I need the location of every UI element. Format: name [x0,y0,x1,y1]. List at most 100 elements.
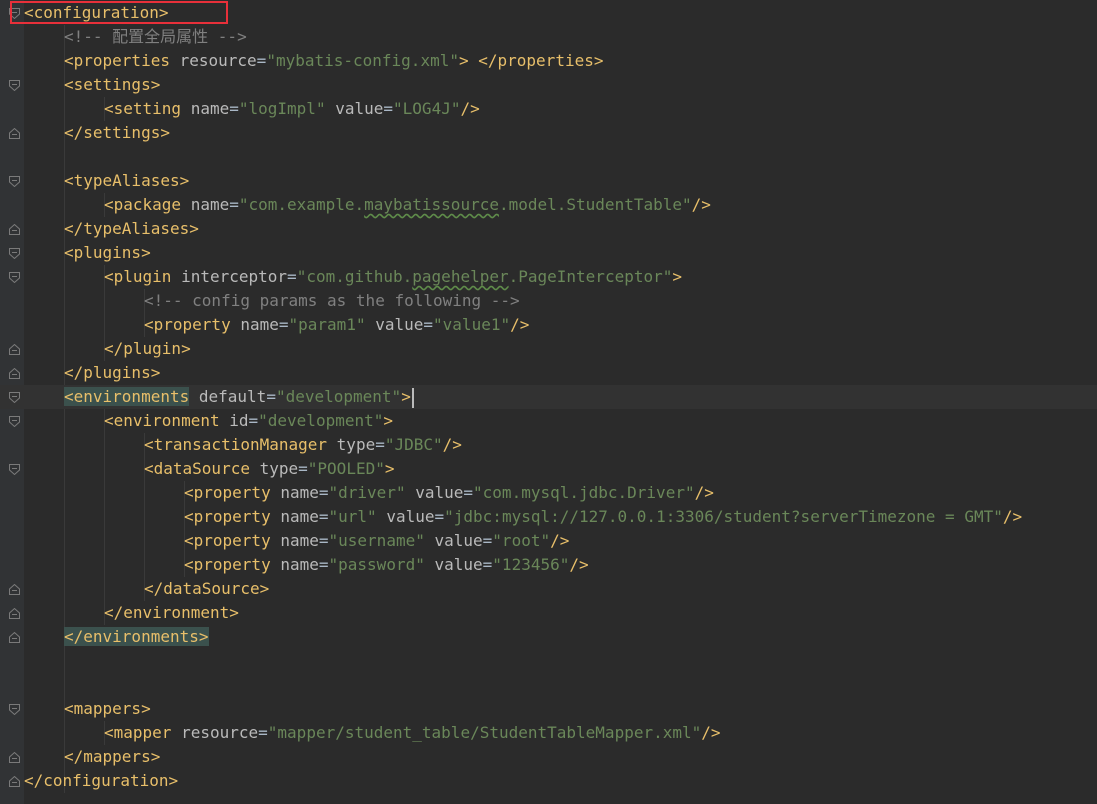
code-line-comment-config-params[interactable]: <!-- config params as the following --> [0,289,1097,313]
code-text: <package name="com.example.maybatissourc… [104,193,711,217]
xml-tag: <transactionManager [144,435,328,454]
attribute-value-typo: pagehelper [412,267,509,286]
code-text: </settings> [64,121,170,145]
fold-end-icon[interactable] [9,752,20,763]
code-line-environment-close[interactable]: </environment> [0,601,1097,625]
xml-tag-matched: <environments [64,387,190,406]
attribute-name: type [259,459,299,478]
code-line-settings-close[interactable]: </settings> [0,121,1097,145]
attribute-name: value [386,507,435,526]
code-text: <settings> [64,73,160,97]
fold-end-icon[interactable] [9,224,20,235]
fold-end-icon[interactable] [9,128,20,139]
attribute-value: "com.github. [296,267,413,286]
code-line-property-password[interactable]: <property name="password" value="123456"… [0,553,1097,577]
code-line-blank-3[interactable] [0,673,1097,697]
xml-tag: </settings> [64,123,170,142]
fold-start-icon[interactable] [9,416,20,427]
code-text: <!-- 配置全局属性 --> [64,25,247,49]
xml-tag: /> [550,531,570,550]
code-line-datasource-close[interactable]: </dataSource> [0,577,1097,601]
code-line-property-param1[interactable]: <property name="param1" value="value1"/> [0,313,1097,337]
code-text: <dataSource type="POOLED"> [144,457,394,481]
code-line-mappers-open[interactable]: <mappers> [0,697,1097,721]
code-line-typealiases-open[interactable]: <typeAliases> [0,169,1097,193]
code-line-environments-close[interactable]: </environments> [0,625,1097,649]
attribute-name: interceptor [181,267,288,286]
fold-start-icon[interactable] [9,392,20,403]
attribute-value: "driver" [328,483,406,502]
code-line-blank-1[interactable] [0,145,1097,169]
xml-code-editor[interactable]: <configuration> <!-- 配置全局属性 --> <propertie… [0,0,1097,804]
attribute-value: "root" [492,531,551,550]
code-line-package[interactable]: <package name="com.example.maybatissourc… [0,193,1097,217]
equals-sign: = [482,531,493,550]
fold-end-icon[interactable] [9,344,20,355]
fold-start-icon[interactable] [9,272,20,283]
xml-tag: /> [569,555,589,574]
code-line-datasource-open[interactable]: <dataSource type="POOLED"> [0,457,1097,481]
fold-end-icon[interactable] [9,632,20,643]
code-line-environments-open[interactable]: <environments default="development"> [0,385,1097,409]
fold-end-icon[interactable] [9,776,20,787]
equals-sign: = [383,99,394,118]
code-text: <environments default="development"> [64,385,414,409]
fold-start-icon[interactable] [9,80,20,91]
code-line-property-username[interactable]: <property name="username" value="root"/> [0,529,1097,553]
code-text: <setting name="logImpl" value="LOG4J"/> [104,97,480,121]
code-text: <transactionManager type="JDBC"/> [144,433,462,457]
code-line-properties[interactable]: <properties resource="mybatis-config.xml… [0,49,1097,73]
code-line-plugins-close[interactable]: </plugins> [0,361,1097,385]
fold-start-icon[interactable] [9,248,20,259]
attribute-value: "LOG4J" [393,99,461,118]
fold-end-icon[interactable] [9,584,20,595]
equals-sign: = [256,51,267,70]
code-line-property-driver[interactable]: <property name="driver" value="com.mysql… [0,481,1097,505]
code-line-property-url[interactable]: <property name="url" value="jdbc:mysql:/… [0,505,1097,529]
fold-start-icon[interactable] [9,704,20,715]
code-line-mappers-close[interactable]: </mappers> [0,745,1097,769]
code-text: <property name="password" value="123456"… [184,553,589,577]
code-line-environment-open[interactable]: <environment id="development"> [0,409,1097,433]
fold-end-icon[interactable] [9,368,20,379]
attribute-value: .model.StudentTable" [498,195,692,214]
code-line-plugin-open[interactable]: <plugin interceptor="com.github.pagehelp… [0,265,1097,289]
code-text: <property name="username" value="root"/> [184,529,569,553]
attribute-value: "username" [328,531,425,550]
equals-sign: = [482,555,493,574]
fold-start-icon[interactable] [9,176,20,187]
fold-start-icon[interactable] [9,464,20,475]
xml-tag: /> [691,195,711,214]
equals-sign: = [298,459,308,478]
code-line-setting-logimpl[interactable]: <setting name="logImpl" value="LOG4J"/> [0,97,1097,121]
xml-tag: /> [1002,507,1023,526]
attribute-value: "value1" [433,315,511,334]
code-line-mapper[interactable]: <mapper resource="mapper/student_table/S… [0,721,1097,745]
attribute-name: type [336,435,376,454]
attribute-value: "com.example. [238,195,365,214]
code-line-comment-global[interactable]: <!-- 配置全局属性 --> [0,25,1097,49]
attribute-name: name [280,483,319,502]
xml-tag: /> [701,723,721,742]
code-line-config-close[interactable]: </configuration> [0,769,1097,793]
equals-sign: = [278,315,289,334]
code-text: <property name="driver" value="com.mysql… [184,481,714,505]
xml-tag: > [383,411,394,430]
code-line-typealiases-close[interactable]: </typeAliases> [0,217,1097,241]
code-line-transaction-manager[interactable]: <transactionManager type="JDBC"/> [0,433,1097,457]
red-annotation-box [10,1,228,24]
xml-tag: <setting [104,99,182,118]
attribute-value: "mybatis-config.xml" [266,51,459,70]
fold-end-icon[interactable] [9,608,20,619]
code-line-plugin-close[interactable]: </plugin> [0,337,1097,361]
equals-sign: = [318,483,329,502]
code-line-plugins-open[interactable]: <plugins> [0,241,1097,265]
attribute-name: name [240,315,279,334]
attribute-name: value [335,99,384,118]
code-text: </typeAliases> [64,217,199,241]
attribute-value: "123456" [492,555,570,574]
code-line-settings-open[interactable]: <settings> [0,73,1097,97]
code-line-blank-2[interactable] [0,649,1097,673]
